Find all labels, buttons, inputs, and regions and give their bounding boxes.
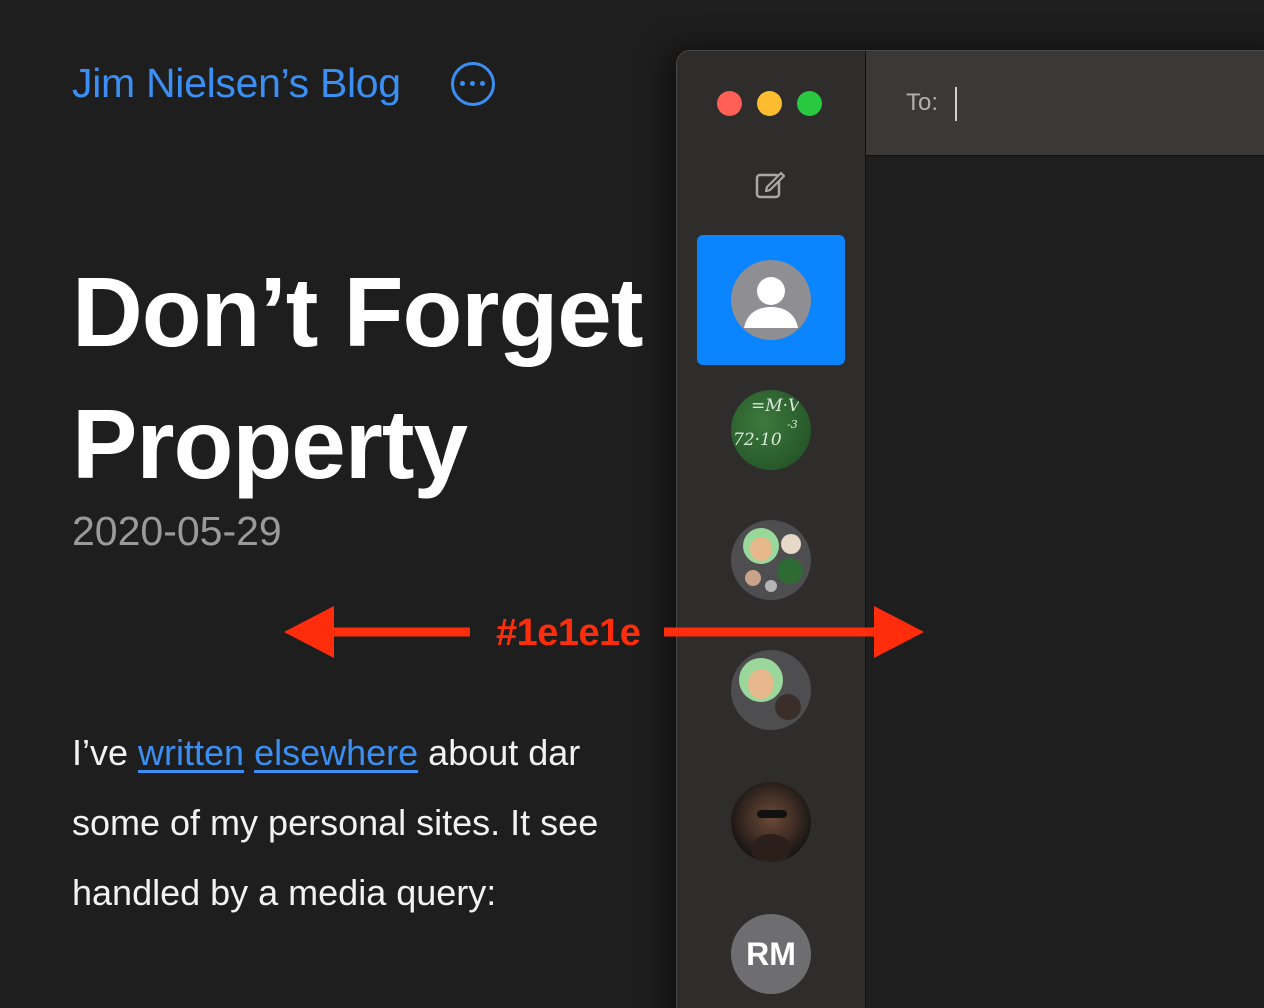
messages-window: =M·V 72·10 -3 RM To: (676, 50, 1264, 1008)
avatar (731, 782, 811, 862)
post-title: Don’t Forget Property (72, 246, 643, 510)
written-link[interactable]: written (138, 732, 244, 773)
dot (470, 81, 476, 86)
conversation-item[interactable] (697, 757, 845, 887)
conversation-item[interactable]: RM (697, 889, 845, 1008)
dot (460, 81, 466, 86)
conversation-item[interactable]: =M·V 72·10 -3 (697, 365, 845, 495)
post-date: 2020-05-29 (72, 508, 282, 554)
mini-avatar (765, 580, 777, 592)
mini-avatar (775, 694, 801, 720)
post-title-line-2: Property (72, 389, 468, 499)
conversation-item[interactable] (697, 495, 845, 625)
compose-icon (755, 171, 786, 199)
site-title-link[interactable]: Jim Nielsen’s Blog (72, 60, 401, 107)
color-annotation-label: #1e1e1e (496, 612, 641, 654)
close-button[interactable] (717, 91, 742, 116)
to-label: To: (906, 89, 939, 116)
conversation-item-selected[interactable] (697, 235, 845, 365)
screen: Jim Nielsen’s Blog Don’t Forget Property … (0, 0, 1264, 1008)
recipient-bar: To: (866, 51, 1264, 156)
memoji-face (748, 669, 774, 699)
memoji-face (750, 537, 772, 561)
avatar-text: =M·V (751, 396, 801, 416)
body-line-2: some of my personal sites. It see (72, 802, 599, 843)
avatar-text: -3 (787, 418, 798, 431)
elsewhere-link[interactable]: elsewhere (254, 732, 418, 773)
recipient-input[interactable] (955, 87, 957, 121)
beard (751, 834, 791, 862)
sunglasses (757, 810, 787, 818)
post-title-line-1: Don’t Forget (72, 257, 643, 367)
initials-avatar: RM (731, 914, 811, 994)
compose-button[interactable] (753, 167, 787, 201)
group-avatar (731, 650, 811, 730)
dot (480, 81, 486, 86)
body-line-1: I’ve written elsewhere about dar (72, 718, 692, 788)
avatar-text: 72·10 (733, 430, 782, 450)
mini-avatar (781, 534, 801, 554)
mini-avatar (777, 558, 803, 584)
zoom-button[interactable] (797, 91, 822, 116)
conversation-sidebar: =M·V 72·10 -3 RM (677, 51, 866, 1008)
body-text: about dar (418, 732, 581, 773)
window-controls (717, 91, 822, 116)
avatar (731, 260, 811, 340)
body-text: I’ve (72, 732, 139, 773)
avatar: =M·V 72·10 -3 (731, 390, 811, 470)
group-avatar (731, 520, 811, 600)
conversation-item[interactable] (697, 625, 845, 755)
post-body: I’ve written elsewhere about dar some of… (72, 718, 692, 928)
body-line-3: handled by a media query: (72, 872, 497, 913)
mini-avatar (745, 570, 761, 586)
minimize-button[interactable] (757, 91, 782, 116)
person-icon (744, 277, 798, 328)
message-pane: To: (866, 51, 1264, 1008)
ellipsis-circle-icon[interactable] (450, 61, 495, 106)
blog-header: Jim Nielsen’s Blog (72, 60, 495, 107)
